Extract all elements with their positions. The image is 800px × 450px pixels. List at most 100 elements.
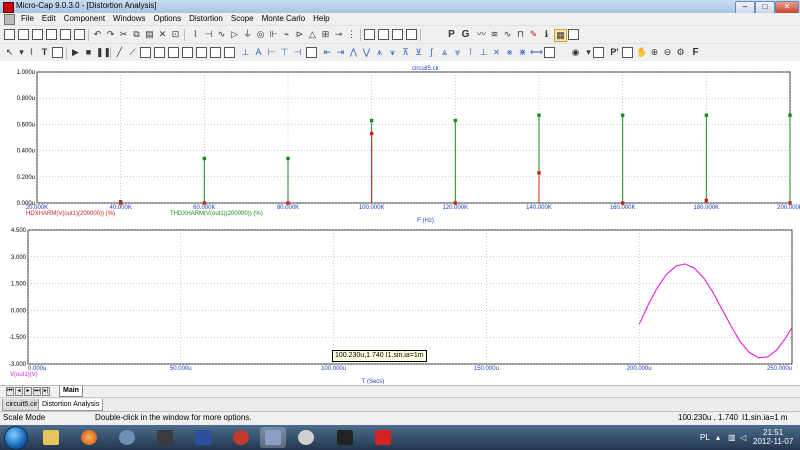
- oscilloscope-icon[interactable]: 〰: [476, 29, 487, 40]
- zoom-window-icon[interactable]: [568, 29, 579, 40]
- tile-vertical-icon[interactable]: [378, 29, 389, 40]
- menu-distortion[interactable]: Distortion: [185, 13, 227, 25]
- performance-tag-icon[interactable]: ⊣: [292, 47, 303, 58]
- save-icon[interactable]: [32, 29, 43, 40]
- properties-icon[interactable]: [593, 47, 604, 58]
- select-all-icon[interactable]: ⊡: [170, 29, 181, 40]
- preferences-icon[interactable]: [544, 47, 555, 58]
- nav-first-icon[interactable]: ⏮: [6, 387, 14, 396]
- top-icon[interactable]: ⊺: [465, 47, 476, 58]
- print-preview-icon[interactable]: [74, 29, 85, 40]
- pause-icon[interactable]: ❚❚: [96, 47, 111, 58]
- new-file-icon[interactable]: [4, 29, 15, 40]
- menu-monte-carlo[interactable]: Monte Carlo: [258, 13, 310, 25]
- delete-icon[interactable]: ✕: [157, 29, 168, 40]
- font-icon[interactable]: F: [690, 47, 701, 58]
- cd-taskbar-button[interactable]: [293, 427, 319, 448]
- line-icon[interactable]: ╱: [114, 47, 125, 58]
- bus-icon[interactable]: ⋮: [346, 29, 357, 40]
- micro-cap-taskbar-button[interactable]: [260, 427, 286, 448]
- document-menu-icon[interactable]: [4, 14, 15, 25]
- window-layout-icon[interactable]: [406, 29, 417, 40]
- copy-icon[interactable]: ⧉: [131, 29, 142, 40]
- opamp-icon[interactable]: △: [307, 29, 318, 40]
- data-points-icon[interactable]: [224, 47, 235, 58]
- inflection-icon[interactable]: ∫: [426, 47, 437, 58]
- window-title-bar[interactable]: Micro-Cap 9.0.3.0 - [Distortion Analysis…: [0, 0, 800, 14]
- cursor-right-icon[interactable]: ⇥: [335, 47, 346, 58]
- low-icon[interactable]: ⊻: [413, 47, 424, 58]
- menu-file[interactable]: File: [17, 13, 38, 25]
- horizontal-tag-icon[interactable]: ⊢: [266, 47, 277, 58]
- bottom-icon[interactable]: ⊥: [478, 47, 489, 58]
- diagonal-icon[interactable]: ⟋: [127, 47, 138, 58]
- pan-icon[interactable]: ✋: [636, 47, 647, 58]
- nav-last-icon[interactable]: ⏭: [33, 387, 41, 396]
- tab-main[interactable]: Main: [59, 386, 83, 397]
- waveform-icon[interactable]: ∿: [502, 29, 513, 40]
- frame-icon[interactable]: [154, 47, 165, 58]
- vertical-tag-icon[interactable]: ⊤: [279, 47, 290, 58]
- global-high-icon[interactable]: ⩓: [439, 47, 450, 58]
- high-icon[interactable]: ⊼: [400, 47, 411, 58]
- nav-next-icon[interactable]: ▸: [24, 387, 32, 396]
- tab-circuit5[interactable]: circuit5.cir: [2, 399, 42, 411]
- select-mode-icon[interactable]: ↖: [4, 47, 15, 58]
- palette-icon[interactable]: ◉: [570, 47, 581, 58]
- y-value-icon[interactable]: ⨳: [504, 47, 515, 58]
- spectrum-icon[interactable]: ≋: [489, 29, 500, 40]
- acrobat-taskbar-button[interactable]: [370, 427, 396, 448]
- menu-edit[interactable]: Edit: [38, 13, 60, 25]
- tile-horizontal-icon[interactable]: [364, 29, 375, 40]
- micro-cap-app-icon[interactable]: [3, 2, 14, 13]
- point-icon[interactable]: ⋇: [517, 47, 528, 58]
- menu-component[interactable]: Component: [60, 13, 109, 25]
- global-low-icon[interactable]: ⩔: [452, 47, 463, 58]
- probe-icon[interactable]: ✎: [528, 29, 539, 40]
- inductor-icon[interactable]: ∿: [216, 29, 227, 40]
- source-icon[interactable]: ◎: [255, 29, 266, 40]
- add-text-icon[interactable]: [52, 47, 63, 58]
- stop-icon[interactable]: ■: [83, 47, 94, 58]
- cut-icon[interactable]: ✂: [118, 29, 129, 40]
- menu-options[interactable]: Options: [150, 13, 186, 25]
- cursor-left-icon[interactable]: ⇤: [322, 47, 333, 58]
- save-as-icon[interactable]: [46, 29, 57, 40]
- network-taskbar-button[interactable]: [114, 427, 140, 448]
- volume-icon[interactable]: ◁: [740, 433, 746, 442]
- component-icon[interactable]: ⊞: [320, 29, 331, 40]
- go-to-x-icon[interactable]: ⟷: [530, 47, 543, 58]
- print-icon[interactable]: [60, 29, 71, 40]
- format-icon[interactable]: ⚙: [675, 47, 686, 58]
- network-icon[interactable]: ▥: [728, 433, 736, 442]
- start-button[interactable]: [4, 426, 28, 450]
- nav-prev-icon[interactable]: ◂: [15, 387, 23, 396]
- explorer-taskbar-button[interactable]: [38, 427, 64, 448]
- peak-icon[interactable]: [306, 47, 317, 58]
- undo-icon[interactable]: ↶: [92, 29, 103, 40]
- cascade-icon[interactable]: [392, 29, 403, 40]
- distortion-plots[interactable]: 20.000K 40.000K 60.000K 80.000K 100.000K 120.…: [0, 61, 800, 384]
- redo-icon[interactable]: ↷: [105, 29, 116, 40]
- system-clock[interactable]: 21:51 2012-11-07: [753, 428, 793, 446]
- info-icon[interactable]: ℹ: [541, 29, 552, 40]
- tray-arrow-icon[interactable]: ▴: [716, 433, 720, 442]
- zoom-out-icon[interactable]: ⊖: [662, 47, 673, 58]
- probe-p-icon[interactable]: P: [446, 29, 457, 40]
- scale-icon[interactable]: [622, 47, 633, 58]
- resistor-icon[interactable]: ⌇: [190, 29, 201, 40]
- transistor-icon[interactable]: ⊳: [294, 29, 305, 40]
- menu-windows[interactable]: Windows: [109, 13, 149, 25]
- zoom-in-icon[interactable]: ⊕: [649, 47, 660, 58]
- menu-scope[interactable]: Scope: [227, 13, 258, 25]
- mixed-signal-icon[interactable]: ⊓: [515, 29, 526, 40]
- plot-area[interactable]: 20.000K 40.000K 60.000K 80.000K 100.000K 120.…: [0, 61, 800, 384]
- grid-icon[interactable]: [168, 47, 179, 58]
- probe-g-icon[interactable]: G: [460, 29, 471, 40]
- baseline-icon[interactable]: ⊥: [240, 47, 251, 58]
- menu-help[interactable]: Help: [309, 13, 333, 25]
- floppy-taskbar-button[interactable]: [190, 427, 216, 448]
- nav-end-icon[interactable]: ▸|: [42, 387, 50, 396]
- prev-slope-icon[interactable]: ⋁: [361, 47, 372, 58]
- label-icon[interactable]: A: [253, 47, 264, 58]
